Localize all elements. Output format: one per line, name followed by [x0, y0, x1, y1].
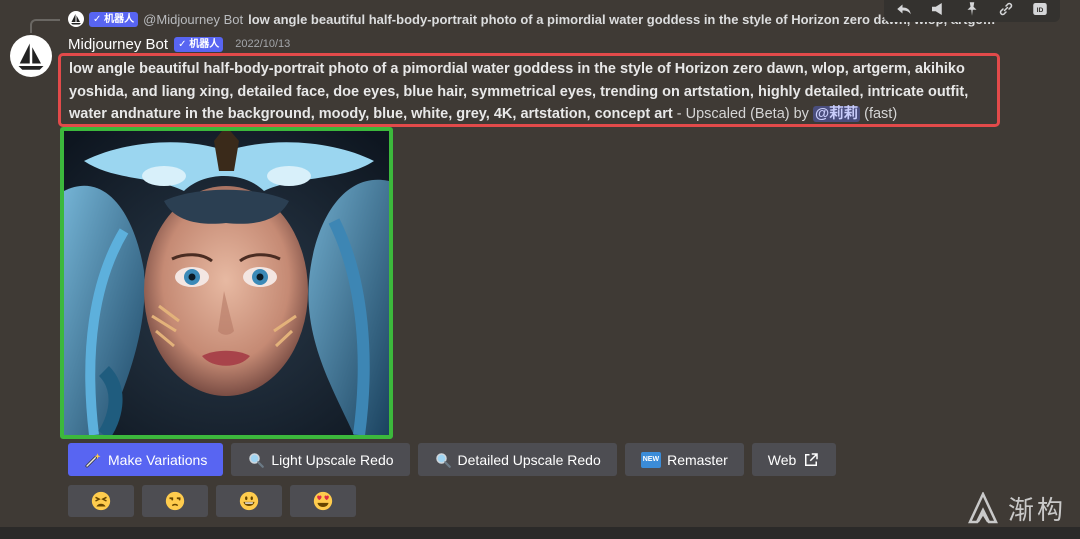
magnifier-icon	[435, 452, 451, 468]
web-label: Web	[767, 451, 797, 468]
make-variations-button[interactable]: Make Variations	[68, 443, 224, 476]
remaster-button[interactable]: NEW Remaster	[624, 443, 744, 476]
watermark-text: 渐构	[1007, 496, 1066, 526]
unamused-face-icon	[165, 491, 185, 511]
tired-face-icon	[91, 491, 111, 511]
reaction-buttons	[68, 485, 356, 517]
watermark: 渐构	[966, 490, 1066, 527]
heart-eyes-face-icon	[313, 491, 333, 511]
message-header: Midjourney Bot ✓ 机器人 2022/10/13	[68, 34, 290, 54]
message-toolbar: ID	[884, 0, 1060, 22]
user-mention[interactable]: @莉莉	[812, 106, 861, 122]
goddess-portrait-image	[64, 131, 389, 435]
web-button[interactable]: Web	[751, 443, 837, 476]
new-icon: NEW	[640, 451, 662, 468]
username[interactable]: Midjourney Bot	[68, 36, 168, 53]
tired-face-button[interactable]	[68, 485, 134, 517]
grinning-face-button[interactable]	[216, 485, 282, 517]
prompt-text: low angle beautiful half-body-portrait p…	[58, 53, 1000, 127]
reply-author[interactable]: @Midjourney Bot	[143, 12, 243, 27]
avatar[interactable]	[10, 35, 52, 77]
detailed-upscale-redo-label: Detailed Upscale Redo	[457, 451, 601, 468]
sailboat-icon	[71, 14, 81, 25]
remaster-label: Remaster	[667, 451, 728, 468]
bot-tag: ✓ 机器人	[174, 36, 224, 52]
reply-bot-tag: ✓ 机器人	[89, 11, 139, 27]
pin-icon[interactable]	[956, 0, 988, 21]
sailboat-icon	[18, 43, 44, 70]
action-buttons: Make Variations Light Upscale Redo Detai…	[68, 443, 837, 476]
grinning-face-icon	[239, 491, 259, 511]
megaphone-icon[interactable]	[922, 0, 954, 21]
watermark-logo-icon	[968, 491, 998, 523]
external-link-icon	[805, 452, 819, 466]
id-icon-label: ID	[1037, 7, 1044, 14]
detailed-upscale-redo-button[interactable]: Detailed Upscale Redo	[417, 443, 617, 476]
timestamp[interactable]: 2022/10/13	[235, 38, 290, 50]
light-upscale-redo-button[interactable]: Light Upscale Redo	[231, 443, 410, 476]
unamused-face-button[interactable]	[142, 485, 208, 517]
light-upscale-redo-label: Light Upscale Redo	[271, 451, 394, 468]
magic-wand-icon	[85, 452, 101, 467]
reply-avatar[interactable]	[68, 11, 84, 27]
bottom-bar	[0, 527, 1080, 539]
link-icon[interactable]	[990, 0, 1022, 21]
id-icon[interactable]: ID	[1024, 0, 1056, 21]
generated-image[interactable]	[60, 127, 393, 439]
reply-icon[interactable]	[888, 0, 920, 21]
reply-preview[interactable]: ✓ 机器人 @Midjourney Bot low angle beautifu…	[68, 9, 998, 29]
speed-note: (fast)	[860, 106, 898, 122]
make-variations-label: Make Variations	[108, 451, 208, 468]
upscale-note: - Upscaled (Beta) by	[672, 106, 813, 122]
magnifier-icon	[249, 452, 265, 468]
heart-eyes-face-button[interactable]	[290, 485, 356, 517]
reply-spine	[30, 19, 60, 33]
